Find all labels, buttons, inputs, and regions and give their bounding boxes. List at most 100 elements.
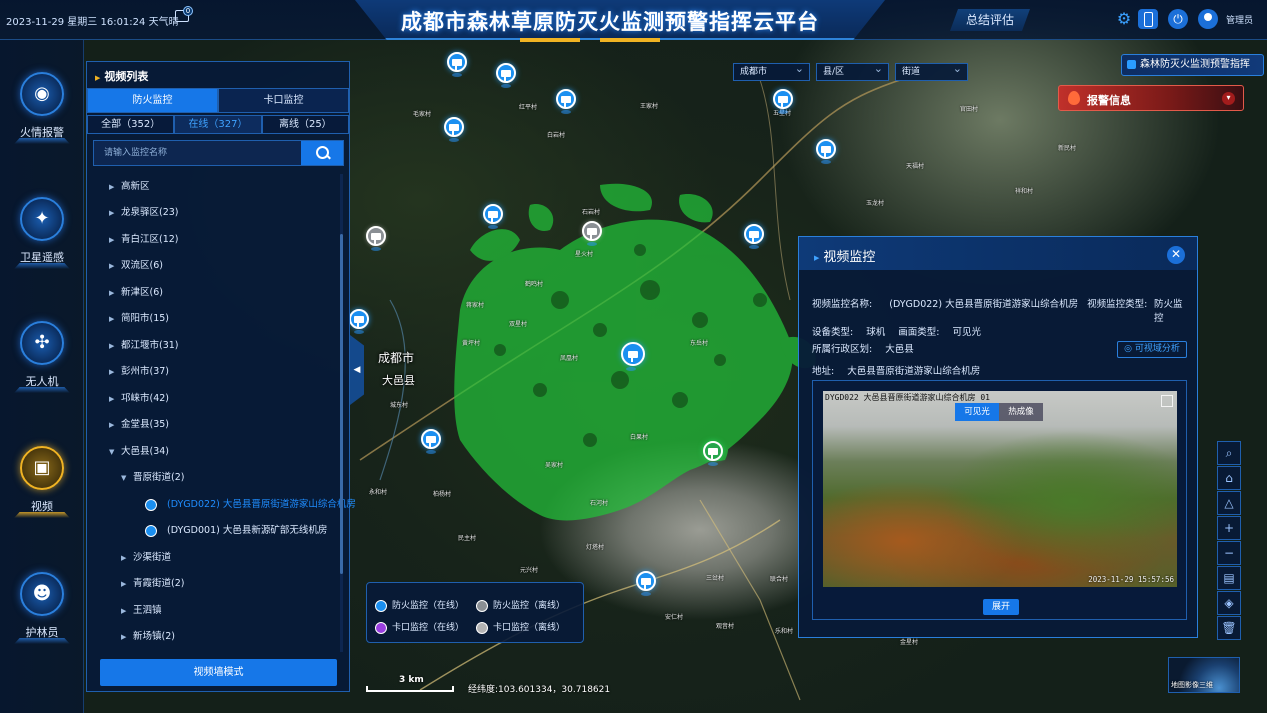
street-select[interactable]: 街道 xyxy=(895,61,968,81)
summary-tab[interactable]: 总结评估 xyxy=(950,9,1030,31)
tab-checkpoint-monitor[interactable]: 卡口监控 xyxy=(218,88,349,113)
camera-pin-online[interactable] xyxy=(444,117,464,142)
collapse-panel-handle[interactable]: ◀ xyxy=(350,335,364,405)
camera-pin-online[interactable] xyxy=(496,63,516,88)
tree-node[interactable]: ▶ 沙渠街道 xyxy=(121,549,171,567)
draw-tool-icon[interactable]: △ xyxy=(1217,491,1241,515)
tree-node-label: 王泗镇 xyxy=(133,605,162,616)
fullscreen-icon[interactable] xyxy=(1161,395,1173,407)
alarm-info-bar[interactable]: 报警信息 ▾ xyxy=(1058,85,1244,111)
tree-node[interactable]: ▶ 龙泉驿区(23) xyxy=(109,204,179,222)
tree-node[interactable]: ▶ 都江堰市(31) xyxy=(109,337,179,355)
camera-pin-icon xyxy=(145,498,157,511)
nav-item-ranger[interactable]: ☻ 护林员 xyxy=(12,572,72,652)
mode-visible-light[interactable]: 可见光 xyxy=(955,403,999,421)
tree-node[interactable]: ▶ 彭州市(37) xyxy=(109,363,169,381)
tab-fire-monitor[interactable]: 防火监控 xyxy=(87,88,218,113)
village-label: 双星村 xyxy=(509,321,528,328)
search-icon[interactable] xyxy=(301,141,343,165)
map-city-label: 成都市 xyxy=(378,351,415,365)
tree-node-label: 简阳市(15) xyxy=(121,313,170,324)
camera-pin-online[interactable] xyxy=(773,89,793,114)
nav-item-fire-alarm[interactable]: ◉ 火情报警 xyxy=(12,72,72,152)
tree-node[interactable]: ▶ 新场镇(2) xyxy=(121,628,175,646)
chevron-down-icon[interactable]: ▾ xyxy=(1222,92,1235,105)
trash-icon[interactable]: 🗑 xyxy=(1217,616,1241,640)
basemap-switch-thumbnail[interactable]: 地图影像三维 xyxy=(1168,657,1240,693)
camera-video-frame[interactable]: DYGD022 大邑县晋原街道游家山综合机房 01 可见光 热成像 2023-1… xyxy=(823,391,1177,587)
monitor-type-tabs: 防火监控 卡口监控 xyxy=(87,88,349,113)
search-icon[interactable]: ⌕ xyxy=(1217,441,1241,465)
nav-item-satellite[interactable]: ✦ 卫星遥感 xyxy=(12,197,72,277)
camera-pin-offline[interactable] xyxy=(366,226,386,251)
city-select[interactable]: 成都市 xyxy=(733,61,810,81)
village-label: 观音村 xyxy=(716,623,735,630)
tree-node-expanded[interactable]: ▼ 晋原街道(2) xyxy=(121,469,184,487)
home-icon[interactable]: ⌂ xyxy=(1217,466,1241,490)
tree-node[interactable]: ▶ 邛崃市(42) xyxy=(109,390,169,408)
system-switch-dropdown[interactable]: 森林防灭火监测预警指挥 xyxy=(1121,54,1264,76)
satellite-icon: ✦ xyxy=(20,197,64,241)
camera-pin-online[interactable] xyxy=(447,52,467,77)
tree-node[interactable]: ▶ 王泗镇 xyxy=(121,602,162,620)
power-icon[interactable] xyxy=(1168,9,1188,29)
mode-thermal[interactable]: 热成像 xyxy=(999,403,1043,421)
user-avatar-icon[interactable] xyxy=(1198,9,1218,29)
scroll-thumb[interactable] xyxy=(340,234,343,574)
nav-item-video[interactable]: ▣ 视频 xyxy=(12,446,72,526)
nav-item-drone[interactable]: ✣ 无人机 xyxy=(12,321,72,401)
video-wall-mode-button[interactable]: 视频墙模式 xyxy=(100,659,337,686)
monitor-search-input[interactable] xyxy=(94,141,302,165)
layers-icon[interactable]: ◈ xyxy=(1217,591,1241,615)
zoom-in-icon[interactable]: + xyxy=(1217,516,1241,540)
scale-bar xyxy=(366,686,454,692)
camera-pin-online[interactable] xyxy=(421,429,441,454)
zoom-out-icon[interactable]: − xyxy=(1217,541,1241,565)
camera-pin-online[interactable] xyxy=(816,139,836,164)
camera-pin-online[interactable] xyxy=(349,309,369,334)
info-label: 设备类型: xyxy=(812,327,854,338)
close-icon[interactable]: ✕ xyxy=(1167,246,1185,264)
toolbox-icon[interactable]: ▤ xyxy=(1217,566,1241,590)
camera-pin-online[interactable] xyxy=(636,571,656,596)
tree-node[interactable]: ▶ 青白江区(12) xyxy=(109,231,179,249)
viewshed-analysis-button[interactable]: ◎ 可视域分析 xyxy=(1117,341,1187,358)
tree-node-expanded[interactable]: ▼ 大邑县(34) xyxy=(109,443,169,461)
camera-list-item[interactable]: (DYGD001) 大邑县新源矿部无线机房 xyxy=(145,522,327,540)
phone-icon[interactable] xyxy=(1138,9,1158,29)
tree-node[interactable]: ▶ 双流区(6) xyxy=(109,257,163,275)
checkpoint-online-marker-icon xyxy=(375,621,387,634)
camera-list-item[interactable]: (DYGD022) 大邑县晋原街道游家山综合机房 xyxy=(145,496,356,514)
address-value: 大邑县晋原街道游家山综合机房 xyxy=(847,366,981,377)
tree-node-label: 龙泉驿区(23) xyxy=(121,207,179,218)
video-mode-switch: 可见光 热成像 xyxy=(955,403,1043,421)
camera-pin-online[interactable] xyxy=(483,204,503,229)
camera-type-value: 防火监控 xyxy=(1154,299,1183,324)
tree-node[interactable]: ▶ 高新区 xyxy=(109,178,150,196)
legend-label: 防火监控（离线） xyxy=(493,601,566,611)
camera-pin-online[interactable] xyxy=(703,441,723,466)
username[interactable]: 管理员 xyxy=(1226,13,1253,26)
camera-pin-selected[interactable] xyxy=(621,342,645,371)
subtab-online[interactable]: 在线（327） xyxy=(174,115,262,134)
nav-label: 视频 xyxy=(31,500,53,513)
tree-node[interactable]: ▶ 金堂县(35) xyxy=(109,416,169,434)
village-label: 白岩村 xyxy=(547,132,566,139)
camera-pin-online[interactable] xyxy=(556,89,576,114)
county-select[interactable]: 县/区 xyxy=(816,61,889,81)
subtab-offline[interactable]: 离线（25） xyxy=(261,115,349,134)
settings-gear-icon[interactable]: ⚙ xyxy=(1114,9,1134,29)
tree-node[interactable]: ▶ 简阳市(15) xyxy=(109,310,169,328)
camera-pin-online[interactable] xyxy=(744,224,764,249)
scale-label: 3 km xyxy=(399,675,424,685)
tree-node[interactable]: ▶ 新津区(6) xyxy=(109,284,163,302)
expand-button[interactable]: 展开 xyxy=(983,599,1019,615)
village-label: 石岩村 xyxy=(582,209,601,216)
tree-node[interactable]: ▶ 青霞街道(2) xyxy=(121,575,184,593)
subtab-all[interactable]: 全部（352） xyxy=(87,115,175,134)
search-box xyxy=(93,140,344,166)
camera-pin-offline[interactable] xyxy=(582,221,602,246)
tree-scrollbar[interactable] xyxy=(340,174,343,652)
village-label: 新民村 xyxy=(1058,145,1077,152)
tree-node-label: 大邑县(34) xyxy=(121,446,170,457)
